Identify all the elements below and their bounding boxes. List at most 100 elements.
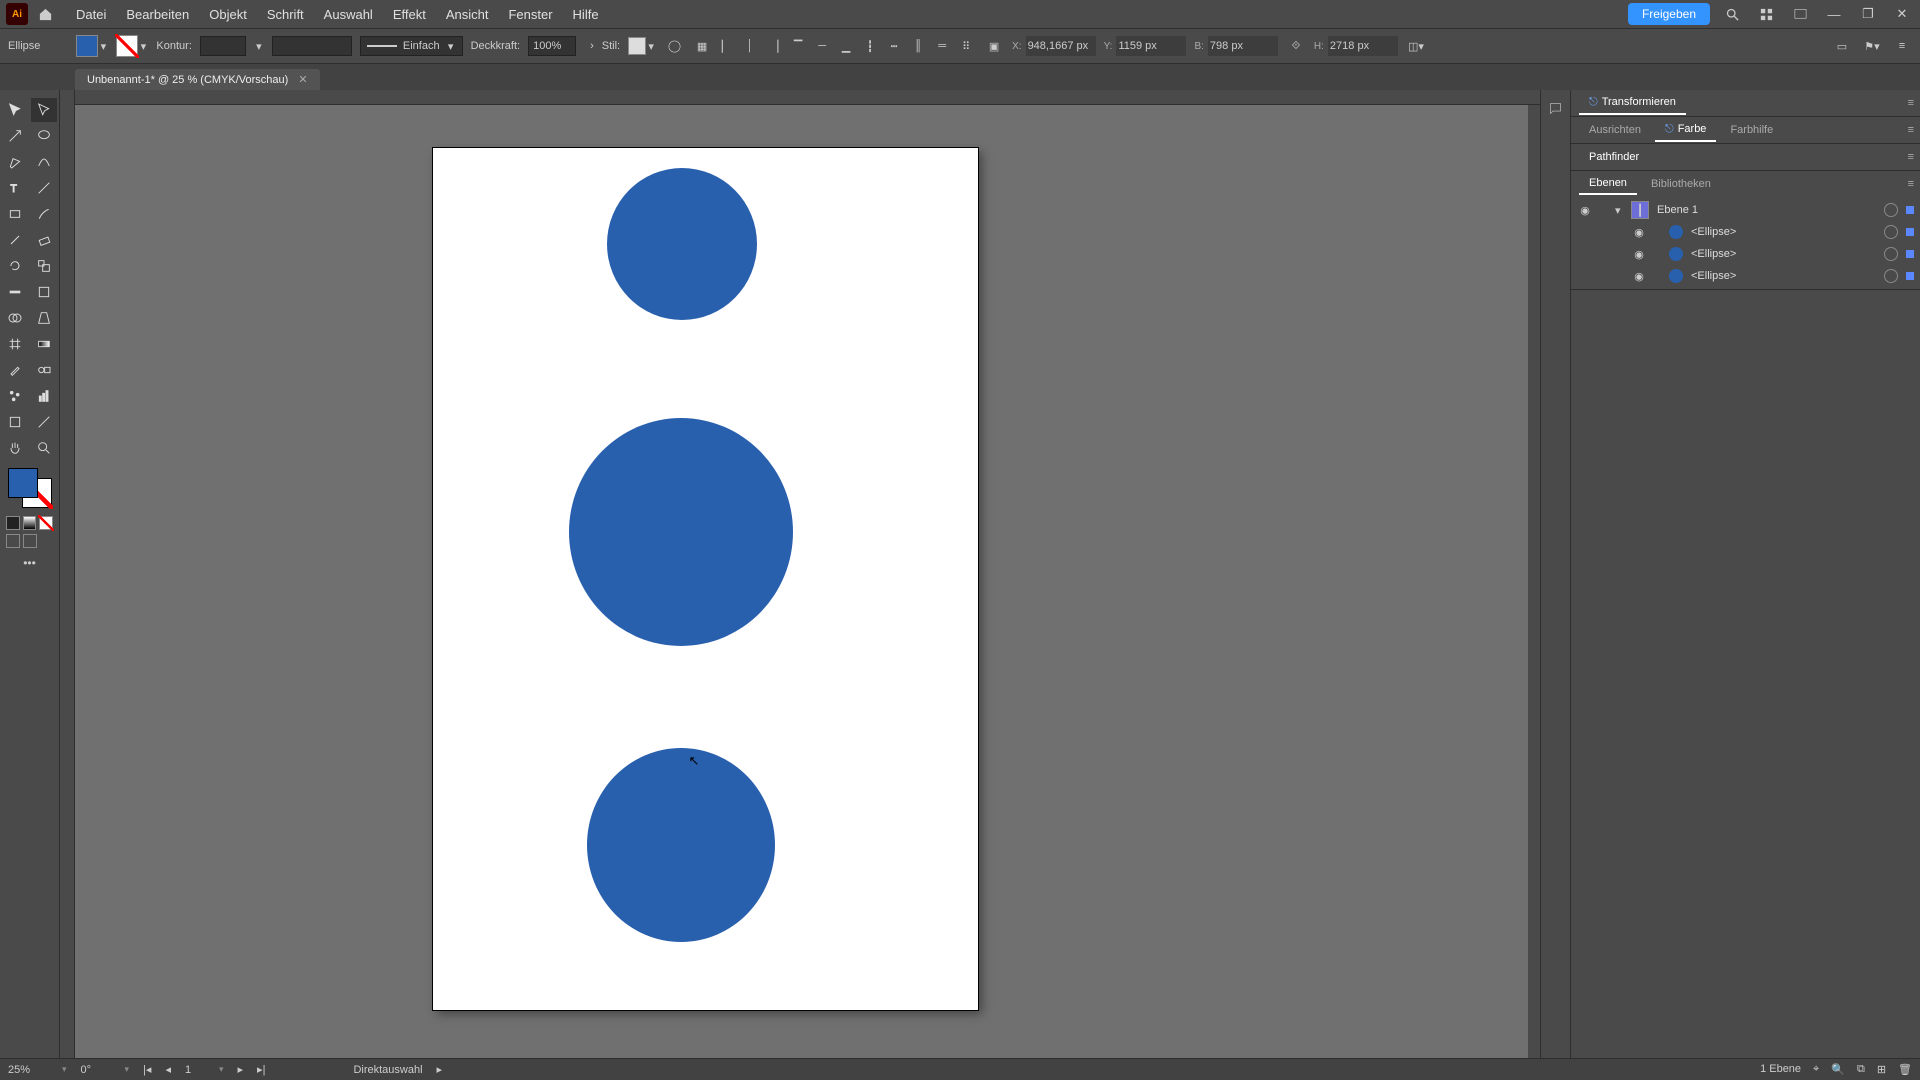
fill-swatch[interactable]: ▾: [76, 35, 108, 57]
artboard-tool[interactable]: [2, 410, 28, 434]
ellipse-object-3[interactable]: [587, 748, 775, 942]
layer-item-name[interactable]: <Ellipse>: [1687, 226, 1880, 238]
y-input[interactable]: [1116, 36, 1186, 56]
layer-item[interactable]: ◉ <Ellipse>: [1571, 265, 1920, 287]
type-tool[interactable]: T: [2, 176, 28, 200]
document-tab[interactable]: Unbenannt-1* @ 25 % (CMYK/Vorschau) ✕: [75, 69, 320, 90]
h-input[interactable]: [1328, 36, 1398, 56]
layer-item[interactable]: ◉ <Ellipse>: [1571, 221, 1920, 243]
tab-libraries[interactable]: Bibliotheken: [1641, 174, 1721, 194]
zoom-level[interactable]: [8, 1064, 67, 1076]
scrollbar-vertical[interactable]: [1528, 105, 1540, 1058]
width-tool[interactable]: [2, 280, 28, 304]
graphic-style[interactable]: ▾: [628, 37, 656, 55]
link-wh-icon[interactable]: ⟐: [1286, 36, 1306, 56]
share-button[interactable]: Freigeben: [1628, 3, 1710, 25]
window-restore-icon[interactable]: ❐: [1856, 2, 1880, 26]
artboard-number[interactable]: [185, 1064, 224, 1076]
visibility-icon[interactable]: ◉: [1631, 248, 1647, 261]
mesh-tool[interactable]: [2, 332, 28, 356]
scale-tool[interactable]: [31, 254, 57, 278]
pen-tool[interactable]: [2, 150, 28, 174]
layer-name[interactable]: Ebene 1: [1653, 204, 1880, 216]
artboard[interactable]: ↖: [433, 148, 978, 1010]
none-mode-icon[interactable]: [39, 516, 53, 530]
align-vcenter-icon[interactable]: ─: [812, 36, 832, 56]
tab-pathfinder[interactable]: Pathfinder: [1579, 147, 1649, 167]
status-new-sublayer-icon[interactable]: ⧉: [1857, 1063, 1865, 1076]
status-locate-icon[interactable]: ⌖: [1813, 1063, 1819, 1076]
distribute-v-icon[interactable]: ┅: [884, 36, 904, 56]
target-icon[interactable]: [1884, 203, 1898, 217]
status-new-layer-icon[interactable]: ⊞: [1877, 1063, 1886, 1076]
expand-icon[interactable]: ▾: [1615, 204, 1627, 217]
blend-tool[interactable]: [31, 358, 57, 382]
slice-tool[interactable]: [31, 410, 57, 434]
fill-color-icon[interactable]: [8, 468, 38, 498]
distribute-v2-icon[interactable]: ═: [932, 36, 952, 56]
hand-tool[interactable]: [2, 436, 28, 460]
status-delete-icon[interactable]: 🗑: [1898, 1063, 1912, 1076]
menu-hilfe[interactable]: Hilfe: [563, 7, 609, 22]
layer-row[interactable]: ◉ ▾ ┃ Ebene 1: [1571, 199, 1920, 221]
tab-color[interactable]: ⎋Farbe: [1655, 119, 1716, 142]
target-icon[interactable]: [1884, 247, 1898, 261]
color-mode-icon[interactable]: [6, 516, 20, 530]
target-icon[interactable]: [1884, 269, 1898, 283]
home-icon[interactable]: [34, 3, 56, 25]
menu-effekt[interactable]: Effekt: [383, 7, 436, 22]
layer-item-name[interactable]: <Ellipse>: [1687, 248, 1880, 260]
perspective-tool[interactable]: [31, 306, 57, 330]
opacity-input[interactable]: [528, 36, 576, 56]
search-icon[interactable]: [1720, 2, 1744, 26]
comments-icon[interactable]: [1546, 98, 1566, 118]
paintbrush-tool[interactable]: [31, 202, 57, 226]
stroke-swatch[interactable]: ▾: [116, 35, 148, 57]
tab-align[interactable]: Ausrichten: [1579, 120, 1651, 140]
eraser-tool[interactable]: [31, 228, 57, 252]
panel-menu-icon[interactable]: ≡: [1908, 124, 1914, 136]
magic-wand-tool[interactable]: [2, 124, 28, 148]
align-left-icon[interactable]: ▏: [716, 36, 736, 56]
graph-tool[interactable]: [31, 384, 57, 408]
artboard-next2-icon[interactable]: ▸|: [257, 1063, 265, 1076]
distribute-h-icon[interactable]: ┇: [860, 36, 880, 56]
target-icon[interactable]: [1884, 225, 1898, 239]
curvature-tool[interactable]: [31, 150, 57, 174]
align-hcenter-icon[interactable]: │: [740, 36, 760, 56]
draw-normal-icon[interactable]: [6, 534, 20, 548]
status-nav-icon[interactable]: ▸: [437, 1063, 443, 1076]
tab-layers[interactable]: Ebenen: [1579, 173, 1637, 195]
eyedropper-tool[interactable]: [2, 358, 28, 382]
isolate-icon[interactable]: ▭: [1832, 36, 1852, 56]
window-minimize-icon[interactable]: —: [1822, 2, 1846, 26]
screenmode-icon[interactable]: [1788, 2, 1812, 26]
status-search-icon[interactable]: 🔍: [1831, 1063, 1845, 1076]
shape-props-icon[interactable]: ◫▾: [1406, 36, 1426, 56]
lasso-tool[interactable]: [31, 124, 57, 148]
visibility-icon[interactable]: ◉: [1631, 270, 1647, 283]
free-transform-tool[interactable]: [31, 280, 57, 304]
tab-guides[interactable]: Farbhilfe: [1720, 120, 1783, 140]
shape-builder-tool[interactable]: [2, 306, 28, 330]
zoom-tool[interactable]: [31, 436, 57, 460]
ellipse-object-2[interactable]: [569, 418, 793, 646]
align-top-icon[interactable]: ▔: [788, 36, 808, 56]
menu-schrift[interactable]: Schrift: [257, 7, 314, 22]
menu-objekt[interactable]: Objekt: [199, 7, 257, 22]
align-bottom-icon[interactable]: ▁: [836, 36, 856, 56]
visibility-icon[interactable]: ◉: [1631, 226, 1647, 239]
menu-auswahl[interactable]: Auswahl: [314, 7, 383, 22]
selection-tool[interactable]: [2, 98, 28, 122]
brush-definition[interactable]: Einfach▾: [360, 36, 463, 56]
rotate-view[interactable]: [81, 1064, 130, 1076]
menu-fenster[interactable]: Fenster: [498, 7, 562, 22]
rectangle-tool[interactable]: [2, 202, 28, 226]
menu-ansicht[interactable]: Ansicht: [436, 7, 499, 22]
edit-similar-icon[interactable]: ⚑▾: [1862, 36, 1882, 56]
panel-menu-icon[interactable]: ≡: [1908, 97, 1914, 109]
draw-behind-icon[interactable]: [23, 534, 37, 548]
rotate-tool[interactable]: [2, 254, 28, 278]
stroke-weight-input[interactable]: [200, 36, 246, 56]
stroke-profile-dropdown[interactable]: ▾: [254, 40, 264, 53]
